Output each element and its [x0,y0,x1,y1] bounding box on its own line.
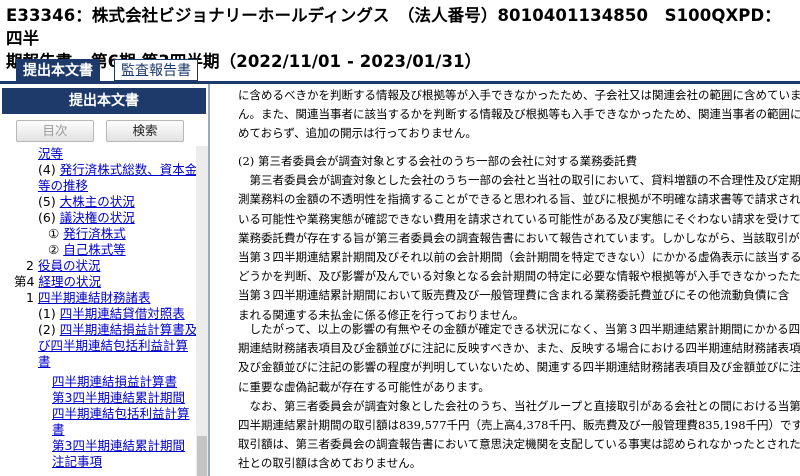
toc-item-number: (1) [38,306,60,321]
toc-link[interactable]: 第3四半期連結累計期間 [52,438,185,453]
toc-link[interactable]: 第3四半期連結累計期間 [52,390,185,405]
toc-item-number: (6) [38,210,60,225]
paragraph-related-parties: に含めるべきかを判断する情報及び根拠等が入手できなかったため、子会社又は関連会社… [238,86,800,144]
toc-item-number: (2) [38,322,60,337]
toc-item: ① 発行済株式 [48,226,126,241]
toc-link[interactable]: 四半期連結貸借対照表 [60,306,185,321]
toc-item: 況等 [38,146,63,161]
body-text-line: 当第３四半期連結累計期間において販売費及び一般管理費に含まれる業務委託費並びにそ… [238,288,790,303]
toc-item-number: 1 [26,290,38,305]
toc-item: 第3四半期連結累計期間 [52,438,185,453]
body-text-line: に重要な虚偽記載が存在する可能性があります。 [238,379,490,394]
toc-item: 1 四半期連結財務諸表 [26,290,150,305]
body-text-line: 及び金額並びに注記の影響の程度が判明していないため、関連する四半期連結財務諸表項… [238,360,800,375]
sidebar-header: 提出本文書 [2,88,206,114]
toc-item: ② 自己株式等 [48,242,126,257]
sidebar-scroll-thumb[interactable] [197,436,207,476]
toc-item: 書 [52,422,65,437]
document-tab-bar: 提出本文書 監査報告書 [0,56,800,84]
toc-link[interactable]: 発行済株式 [63,226,126,241]
body-text-line: いる可能性や業務実態が確認できない費用を請求されている可能性がある及び実態にそぐ… [238,211,800,226]
document-body: に含めるべきかを判断する情報及び根拠等が入手できなかったため、子会社又は関連会社… [212,86,800,476]
body-text-line: 第三者委員会が調査対象とした会社のうち一部の会社と当社の取引において、貸料増額の… [238,173,800,188]
toc-item: 書 [38,354,51,369]
toc-button[interactable]: 目次 [16,120,94,142]
toc-item: 注記事項 [52,454,102,469]
body-text-line: ん。また、関連当事者に該当するかを判断する情報及び根拠等も入手できなかったため、… [238,107,800,122]
toc-item: (6) 議決権の状況 [38,210,135,225]
sidebar-button-row: 目次 検索 [0,114,208,146]
body-text-line: なお、第三者委員会が調査対象とした会社のうち、当社グループと直接取引がある会社と… [238,398,800,413]
toc-item: 2 役員の状況 [26,258,100,273]
toc-item: (5) 大株主の状況 [38,194,135,209]
toc-link[interactable]: 発行済株式総数、資本金 [60,162,196,177]
toc-item-number: (5) [38,194,60,209]
toc-link[interactable]: 注記事項 [52,454,102,469]
search-button[interactable]: 検索 [106,120,184,142]
body-text-line: に含めるべきかを判断する情報及び根拠等が入手できなかったため、子会社又は関連会社… [238,88,800,102]
paragraph-conclusion: したがって、以上の影響の有無やその金額が確定できる状況になく、当第３四半期連結累… [238,320,800,474]
toc-item: 四半期連結包括利益計算 [52,406,190,421]
toc-link[interactable]: 四半期連結包括利益計算 [52,406,190,421]
toc-item-number: 2 [26,258,38,273]
tab-submitted-document[interactable]: 提出本文書 [16,59,100,81]
toc-link[interactable]: 等の推移 [38,178,88,193]
toc-item: 第4 経理の状況 [14,274,101,289]
toc-item-number: ② [48,242,64,257]
toc-item-number: ① [48,226,64,241]
toc-item: (4) 発行済株式総数、資本金 [38,162,196,177]
toc-item: 第3四半期連結累計期間 [52,390,185,405]
toc-item: (2) 四半期連結損益計算書及 [38,322,196,337]
toc-item: 四半期連結損益計算書 [52,374,177,389]
sidebar-scrollbar[interactable] [196,146,208,476]
body-text-line: 期連結財務諸表項目及び金額並びに注記に反映すべきか、また、反映する場合における四… [238,341,800,356]
toc-item: 等の推移 [38,178,88,193]
document-title-line-1: E33346：株式会社ビジョナリーホールディングス （法人番号）80104011… [6,6,781,48]
toc-item-number: 第4 [14,274,39,289]
body-text-line: どうかを判断、及び影響が及んでいる対象となる会計期間の特定に必要な情報や根拠等が… [238,269,800,284]
body-text-line: 取引額は、第三者委員会の調査報告書において意思決定機関を支配している事実は認めら… [238,437,800,452]
toc-link[interactable]: 況等 [38,146,63,161]
toc-link[interactable]: 議決権の状況 [60,210,135,225]
toc-item-number: (4) [38,162,60,177]
tab-audit-report[interactable]: 監査報告書 [114,59,198,81]
body-text-line: したがって、以上の影響の有無やその金額が確定できる状況になく、当第３四半期連結累… [238,322,800,336]
sidebar: 提出本文書 目次 検索 況等 (4) 発行済株式総数、資本金 等の推移 (5) 大株主… [0,84,210,476]
body-text-line: 測業務料の金額の不透明性を指摘することができると思われる旨、並びに根拠が不明確な… [238,192,800,207]
body-text-line: 業務委託費が存在する旨が第三者委員会の調査報告書において報告されています。しかし… [238,230,800,245]
toc-item: び四半期連結包括利益計算 [38,338,188,353]
toc-link[interactable]: 経理の状況 [38,274,101,289]
toc-link[interactable]: 書 [52,422,65,437]
toc-item: (1) 四半期連結貸借対照表 [38,306,185,321]
toc-link[interactable]: 四半期連結財務諸表 [38,290,151,305]
toc-link[interactable]: 四半期連結損益計算書及 [60,322,196,337]
toc-link[interactable]: び四半期連結包括利益計算 [38,338,188,353]
body-text-line: めておらず、追加の開示は行っておりません。 [238,126,477,141]
toc-link[interactable]: 自己株式等 [63,242,126,257]
body-text-line: (2) 第三者委員会が調査対象とする会社のうち一部の会社に対する業務委託費 [238,154,638,168]
paragraph-outsourcing-costs: (2) 第三者委員会が調査対象とする会社のうち一部の会社に対する業務委託費 第三… [238,152,800,325]
body-text-line: 社との取引額は含めておりません。 [238,456,422,471]
table-of-contents: 況等 (4) 発行済株式総数、資本金 等の推移 (5) 大株主の状況 (6) 議決権の状… [0,146,196,476]
toc-link[interactable]: 書 [38,354,51,369]
toc-link[interactable]: 大株主の状況 [60,194,135,209]
body-text-line: 四半期連結累計期間の取引額は839,577千円（売上高4,378千円、販売費及び… [238,418,800,433]
body-text-line: 当第３四半期連結累計期間及びそれ以前の会計期間（会計期間を特定できない）にかかる… [238,250,800,265]
toc-link[interactable]: 役員の状況 [38,258,101,273]
toc-link[interactable]: 四半期連結損益計算書 [52,374,177,389]
